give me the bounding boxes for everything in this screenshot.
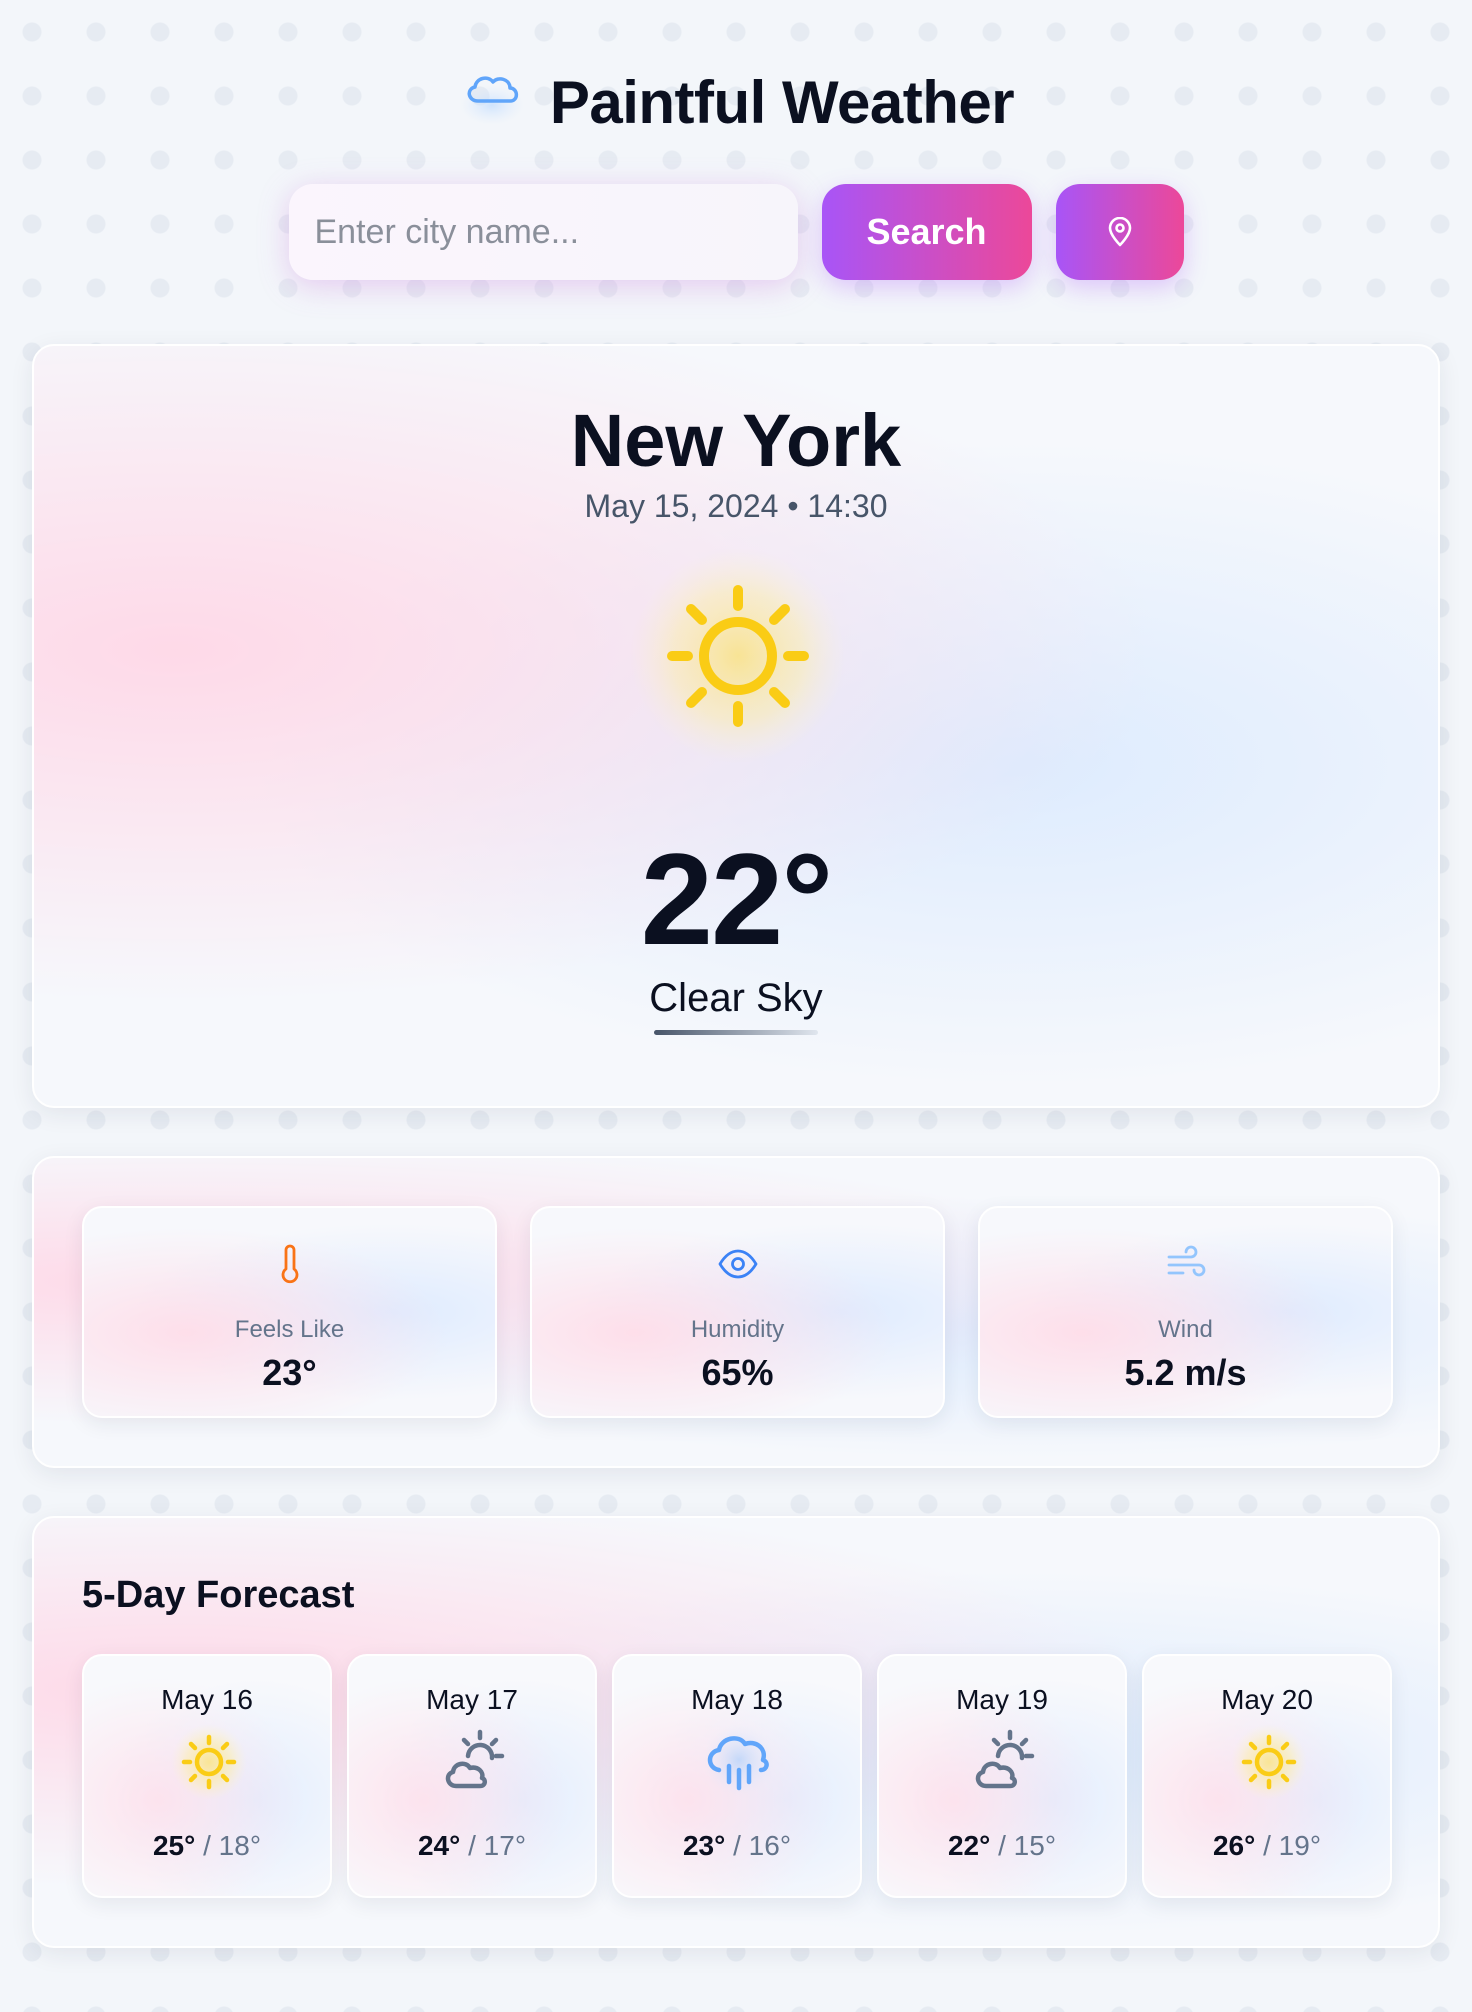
sun-icon [1231,1724,1307,1800]
cloud-icon [459,76,524,125]
forecast-separator: / [998,1830,1006,1861]
forecast-high: 25° [152,1830,196,1861]
detail-label: Feels Like [234,1316,345,1343]
detail-value: 5.2 m/s [1124,1352,1247,1393]
current-temperature: 22° [640,826,834,972]
detail-value: 65% [701,1352,774,1393]
forecast-day[interactable]: May 16 25° / 18° [82,1654,332,1898]
forecast-low: 19° [1278,1830,1322,1861]
thermometer-icon [281,1244,298,1284]
forecast-date: May 19 [956,1684,1048,1715]
app-header: Paintful Weather [32,52,1440,152]
search-button[interactable]: Search [821,184,1032,280]
eye-icon [718,1249,757,1279]
detail-humidity: Humidity 65% [530,1206,945,1418]
map-pin-icon [1108,217,1131,247]
forecast-temps: 25° / 18° [84,1830,330,1862]
partly-cloudy-icon [445,1729,505,1789]
sun-icon [630,548,846,764]
forecast-low: 17° [483,1830,527,1861]
forecast-day[interactable]: May 19 22° / 15° [877,1654,1127,1898]
detail-feels-like: Feels Like 23° [82,1206,497,1418]
forecast-temps: 22° / 15° [879,1830,1125,1862]
forecast-low: 15° [1013,1830,1057,1861]
forecast-date: May 16 [161,1684,253,1715]
weather-condition: Clear Sky [649,976,823,1020]
forecast-low: 16° [748,1830,792,1861]
forecast-date: May 17 [426,1684,518,1715]
forecast-separator: / [733,1830,741,1861]
forecast-temps: 26° / 19° [1144,1830,1390,1862]
detail-wind: Wind 5.2 m/s [978,1206,1393,1418]
city-search-input[interactable] [288,184,798,280]
forecast-high: 22° [947,1830,991,1861]
forecast-day[interactable]: May 18 23° / 16° [612,1654,862,1898]
forecast-low: 18° [218,1830,262,1861]
forecast-date: May 18 [691,1684,783,1715]
forecast-temps: 23° / 16° [614,1830,860,1862]
forecast-separator: / [468,1830,476,1861]
condition-underline [654,1030,818,1035]
forecast-card: 5-Day Forecast May 16 25° / 18° May 17 2… [32,1516,1440,1948]
city-name: New York [570,399,902,482]
forecast-temps: 24° / 17° [349,1830,595,1862]
detail-value: 23° [262,1352,317,1393]
current-datetime: May 15, 2024 • 14:30 [584,488,888,524]
sun-icon [171,1724,247,1800]
forecast-day[interactable]: May 17 24° / 17° [347,1654,597,1898]
rain-icon [703,1724,775,1796]
app-title: Paintful Weather [549,68,1015,136]
wind-icon [1167,1245,1205,1277]
detail-label: Humidity [690,1316,785,1343]
forecast-separator: / [1263,1830,1271,1861]
forecast-title: 5-Day Forecast [82,1574,355,1616]
weather-details-card: Feels Like 23° Humidity 65% Wind 5.2 m/s [32,1156,1440,1468]
partly-cloudy-icon [975,1729,1035,1789]
forecast-high: 24° [417,1830,461,1861]
search-bar: Search [32,184,1440,280]
detail-label: Wind [1158,1316,1213,1343]
current-location-button[interactable] [1055,184,1184,280]
forecast-high: 23° [682,1830,726,1861]
forecast-day[interactable]: May 20 26° / 19° [1142,1654,1392,1898]
forecast-date: May 20 [1221,1684,1313,1715]
forecast-high: 26° [1212,1830,1256,1861]
current-weather-card: New York May 15, 2024 • 14:30 22° Clear … [32,344,1440,1108]
forecast-separator: / [203,1830,211,1861]
